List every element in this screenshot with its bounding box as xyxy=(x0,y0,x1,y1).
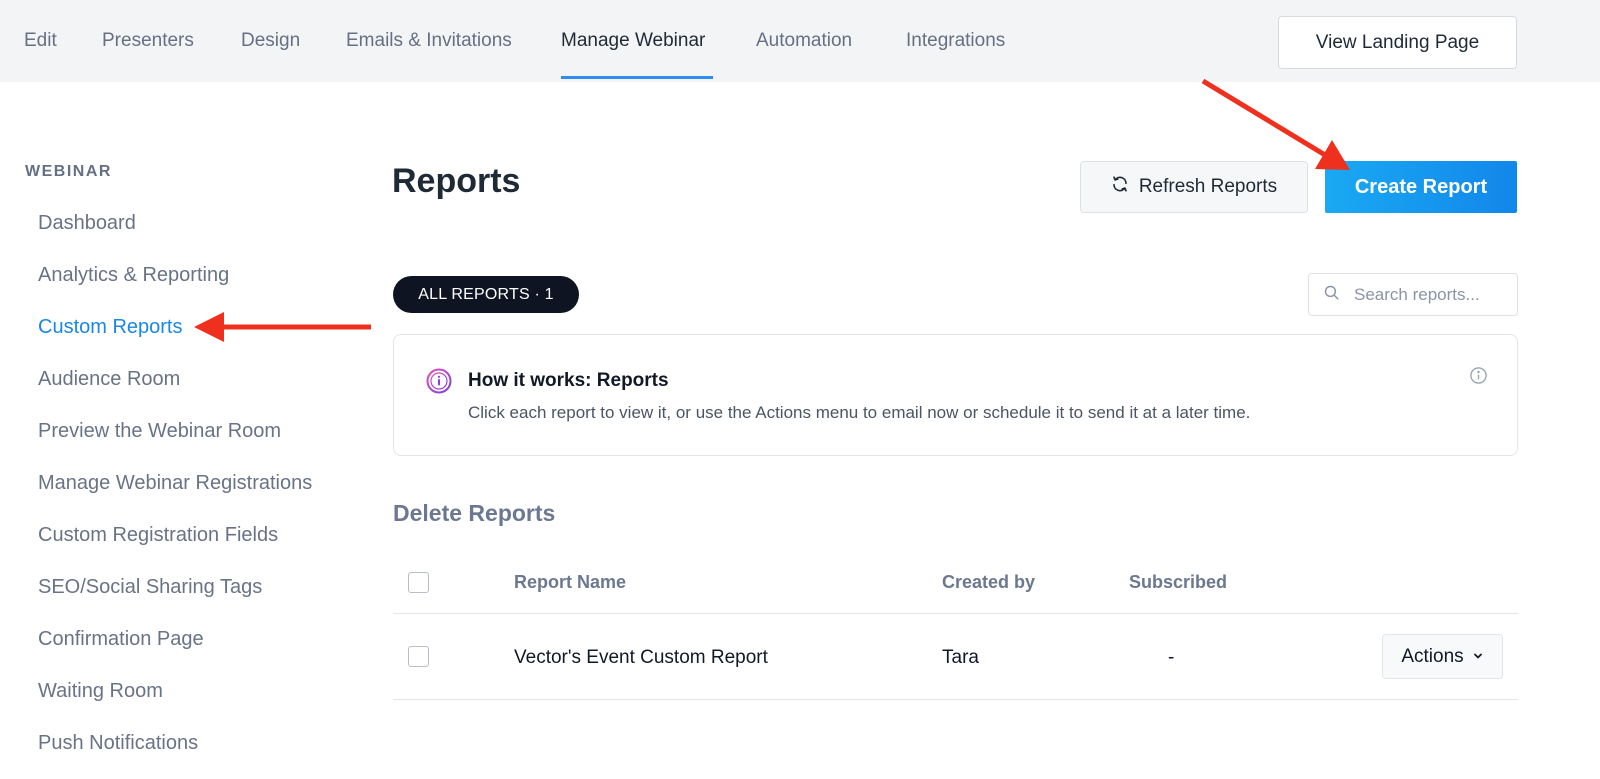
sidebar-item-confirmation-page[interactable]: Confirmation Page xyxy=(38,628,204,651)
sidebar-item-custom-registration-fields[interactable]: Custom Registration Fields xyxy=(38,524,278,547)
created-by-cell: Tara xyxy=(942,647,979,668)
refresh-reports-button[interactable]: Refresh Reports xyxy=(1080,161,1308,213)
column-header-report-name: Report Name xyxy=(514,572,627,592)
active-tab-indicator xyxy=(561,76,713,79)
tab-automation[interactable]: Automation xyxy=(756,30,852,52)
all-reports-filter-pill[interactable]: ALL REPORTS · 1 xyxy=(393,276,579,313)
select-all-checkbox[interactable] xyxy=(408,572,429,593)
info-circle-icon xyxy=(426,368,452,399)
sidebar-item-audience-room[interactable]: Audience Room xyxy=(38,368,180,391)
column-header-subscribed: Subscribed xyxy=(1129,572,1228,592)
subscribed-cell: - xyxy=(1168,647,1175,668)
refresh-icon xyxy=(1111,175,1129,199)
search-input[interactable] xyxy=(1354,284,1504,305)
sidebar-item-custom-reports[interactable]: Custom Reports xyxy=(38,316,183,339)
search-icon xyxy=(1323,284,1340,306)
sidebar-item-preview-webinar-room[interactable]: Preview the Webinar Room xyxy=(38,420,281,443)
tab-manage-webinar[interactable]: Manage Webinar xyxy=(561,30,705,52)
column-header-created-by: Created by xyxy=(942,572,1036,592)
sidebar-item-manage-registrations[interactable]: Manage Webinar Registrations xyxy=(38,472,312,495)
sidebar-heading: WEBINAR xyxy=(25,163,112,180)
actions-dropdown-button[interactable]: Actions xyxy=(1382,634,1503,679)
row-checkbox[interactable] xyxy=(408,646,429,667)
sidebar-item-push-notifications[interactable]: Push Notifications xyxy=(38,732,198,755)
info-tooltip-icon[interactable] xyxy=(1469,366,1488,390)
sidebar-item-dashboard[interactable]: Dashboard xyxy=(38,212,136,235)
sidebar-item-waiting-room[interactable]: Waiting Room xyxy=(38,680,163,703)
tab-design[interactable]: Design xyxy=(241,30,300,52)
actions-label: Actions xyxy=(1401,645,1464,667)
tab-integrations[interactable]: Integrations xyxy=(906,30,1005,52)
report-name-cell[interactable]: Vector's Event Custom Report xyxy=(514,647,768,669)
annotation-arrow-create-report xyxy=(1201,78,1350,170)
tab-emails-invitations[interactable]: Emails & Invitations xyxy=(346,30,512,52)
how-it-works-card: How it works: Reports Click each report … xyxy=(393,334,1518,456)
table-divider xyxy=(393,613,1518,614)
tab-edit[interactable]: Edit xyxy=(24,30,57,52)
info-title: How it works: Reports xyxy=(468,370,669,391)
search-reports-box[interactable] xyxy=(1308,273,1518,316)
page-title: Reports xyxy=(392,162,521,200)
delete-reports-button[interactable]: Delete Reports xyxy=(393,500,555,527)
chevron-down-icon xyxy=(1472,646,1484,668)
annotation-arrow-custom-reports xyxy=(194,312,371,342)
create-report-button[interactable]: Create Report xyxy=(1325,161,1517,213)
refresh-reports-label: Refresh Reports xyxy=(1138,176,1278,197)
info-body: Click each report to view it, or use the… xyxy=(468,403,1251,422)
top-nav: Edit Presenters Design Emails & Invitati… xyxy=(0,0,1600,82)
table-divider xyxy=(393,699,1518,700)
view-landing-page-button[interactable]: View Landing Page xyxy=(1278,16,1517,69)
tab-presenters[interactable]: Presenters xyxy=(102,30,194,52)
sidebar-item-seo-social-tags[interactable]: SEO/Social Sharing Tags xyxy=(38,576,262,599)
sidebar-item-analytics-reporting[interactable]: Analytics & Reporting xyxy=(38,264,229,287)
